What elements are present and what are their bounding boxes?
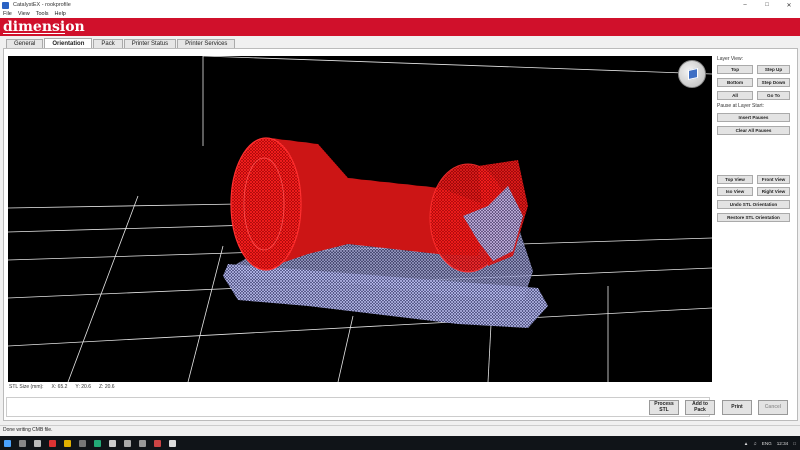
view-cube-control[interactable]	[678, 60, 706, 88]
step-down-button[interactable]: Step Down	[757, 78, 790, 87]
network-icon[interactable]: ▲	[744, 441, 749, 446]
app-icon-6[interactable]	[139, 439, 146, 447]
stl-size-z: Z: 20.6	[98, 384, 115, 390]
app-icon-5[interactable]	[124, 439, 131, 447]
clock[interactable]: 12:34	[777, 441, 789, 446]
maximize-icon[interactable]: □	[756, 0, 778, 10]
bottom-bar	[6, 397, 710, 417]
all-button[interactable]: All	[717, 91, 753, 100]
bottom-button[interactable]: Bottom	[717, 78, 753, 87]
notification-icon[interactable]: □	[793, 441, 796, 446]
stl-size-x: X: 65.2	[51, 384, 68, 390]
stl-size-readout: STL Size (mm): X: 65.2 Y: 20.6 Z: 20.6	[9, 384, 123, 390]
menu-help[interactable]: Help	[55, 11, 66, 17]
stl-size-y: Y: 20.6	[75, 384, 91, 390]
search-icon[interactable]	[19, 439, 26, 447]
model-viewport[interactable]	[8, 56, 712, 382]
brand-underline	[3, 33, 65, 34]
step-up-button[interactable]: Step Up	[757, 65, 790, 74]
app-icon	[2, 1, 9, 9]
app-icon-2[interactable]	[79, 439, 86, 447]
clear-all-pauses-button[interactable]: Clear All Pauses	[717, 126, 790, 135]
volume-icon[interactable]: ♫	[753, 441, 756, 446]
menu-file[interactable]: File	[3, 11, 12, 17]
stl-size-label: STL Size (mm):	[9, 384, 44, 390]
iso-view-button[interactable]: Iso View	[717, 187, 753, 196]
tab-pack[interactable]: Pack	[93, 39, 123, 48]
add-to-pack-button[interactable]: Add to Pack	[685, 400, 715, 415]
top-view-button[interactable]: Top View	[717, 175, 753, 184]
app-icon-8[interactable]	[169, 439, 176, 447]
front-view-button[interactable]: Front View	[757, 175, 790, 184]
brand-banner: dimension	[0, 18, 800, 36]
close-icon[interactable]: ✕	[778, 0, 800, 10]
pause-label: Pause at Layer Start:	[717, 103, 764, 109]
model-render	[8, 56, 712, 382]
app-icon-1[interactable]	[49, 439, 56, 447]
status-text: Done writing CMB file.	[3, 427, 53, 433]
process-stl-button[interactable]: Process STL	[649, 400, 679, 415]
start-icon[interactable]	[4, 439, 11, 447]
print-button[interactable]: Print	[722, 400, 752, 415]
folder-icon[interactable]	[64, 439, 71, 447]
undo-stl-orientation-button[interactable]: Undo STL Orientation	[717, 200, 790, 209]
app-icon-7[interactable]	[154, 439, 161, 447]
title-bar: CatalystEX - rookprofile – □ ✕	[0, 0, 800, 10]
minimize-icon[interactable]: –	[734, 0, 756, 10]
cube-icon	[688, 67, 698, 81]
tab-printer-services[interactable]: Printer Services	[177, 39, 236, 48]
layer-view-label: Layer View:	[717, 56, 744, 62]
tab-printer-status[interactable]: Printer Status	[123, 39, 177, 48]
tab-orientation[interactable]: Orientation	[44, 38, 93, 48]
language-indicator[interactable]: ENG	[762, 441, 772, 446]
task-view-icon[interactable]	[34, 439, 41, 447]
go-to-button[interactable]: Go To	[757, 91, 790, 100]
app-icon-4[interactable]	[109, 439, 116, 447]
top-button[interactable]: Top	[717, 65, 753, 74]
right-view-button[interactable]: Right View	[757, 187, 790, 196]
brand-logo: dimension	[3, 19, 85, 35]
tab-general[interactable]: General	[6, 39, 44, 48]
taskbar: ▲ ♫ ENG 12:34 □	[0, 436, 800, 450]
restore-stl-orientation-button[interactable]: Restore STL Orientation	[717, 213, 790, 222]
insert-pauses-button[interactable]: Insert Pauses	[717, 113, 790, 122]
app-icon-3[interactable]	[94, 439, 101, 447]
status-bar: Done writing CMB file.	[0, 425, 800, 434]
window-title: CatalystEX - rookprofile	[13, 2, 71, 8]
system-tray: ▲ ♫ ENG 12:34 □	[739, 436, 796, 450]
menu-view[interactable]: View	[18, 11, 30, 17]
menu-bar: File View Tools Help	[0, 10, 800, 18]
menu-tools[interactable]: Tools	[36, 11, 49, 17]
cancel-button[interactable]: Cancel	[758, 400, 788, 415]
tab-strip: General Orientation Pack Printer Status …	[6, 38, 236, 48]
